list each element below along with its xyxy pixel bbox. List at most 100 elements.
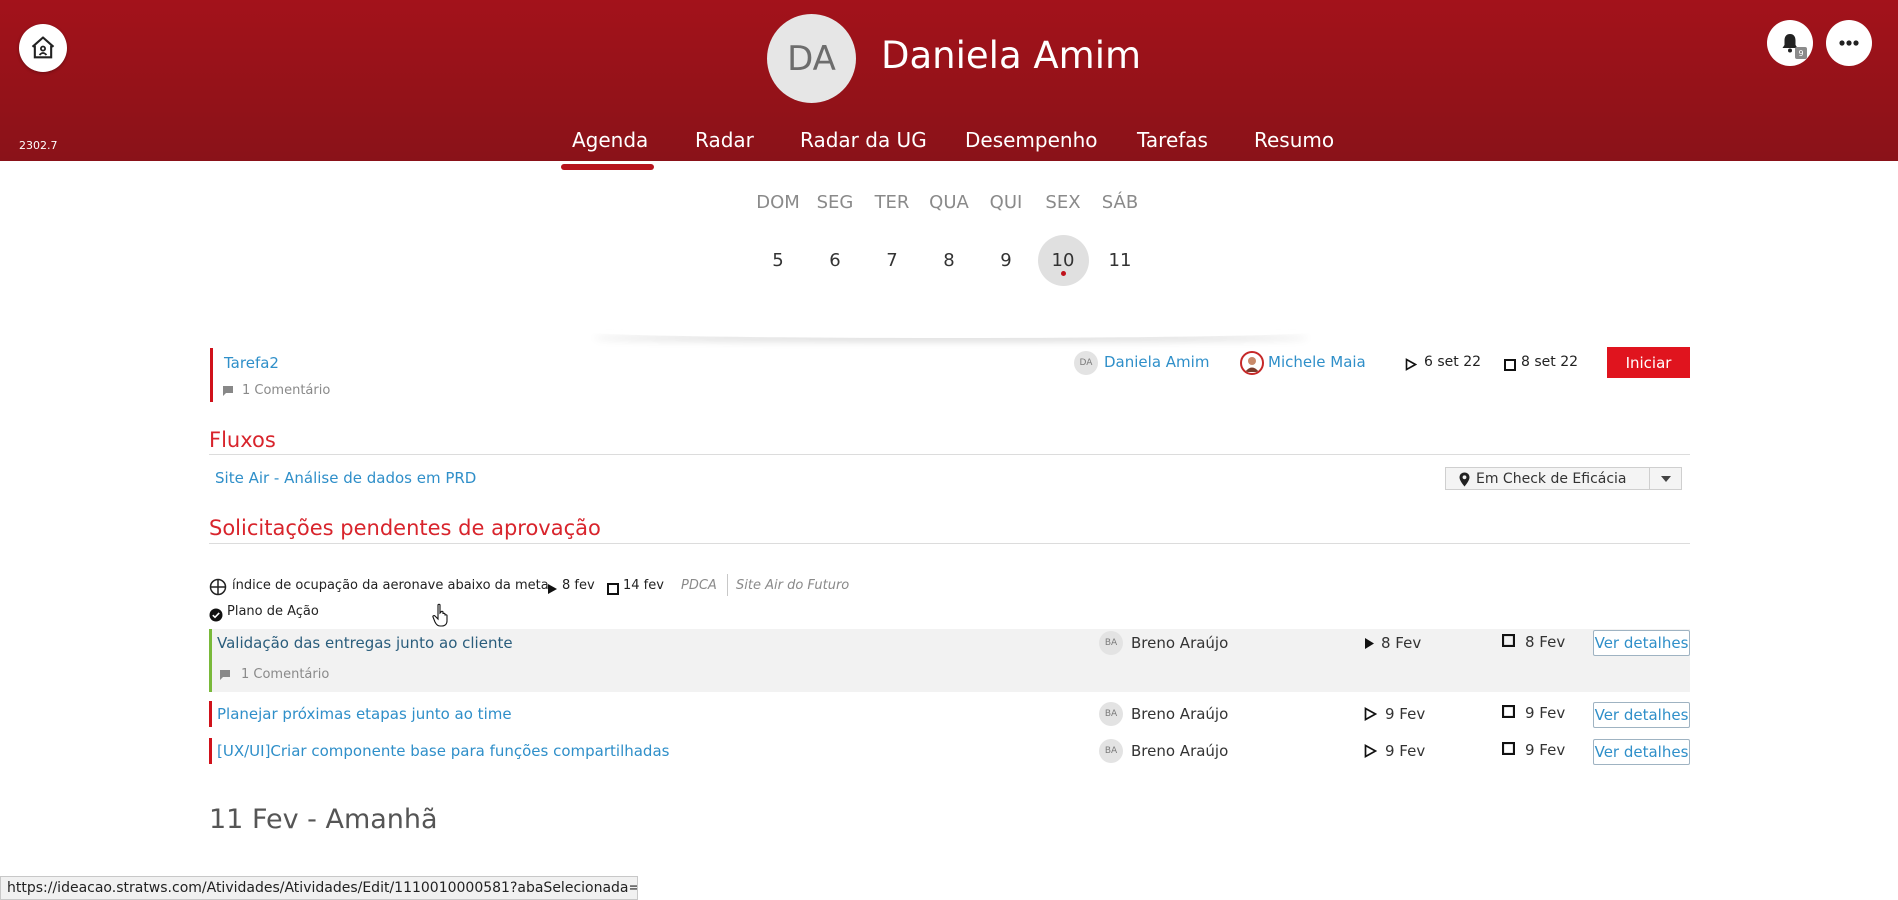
- task-end-date: 8 set 22: [1521, 354, 1579, 370]
- notification-badge: 9: [1795, 47, 1807, 59]
- comment-icon: [223, 386, 233, 396]
- dropdown-toggle[interactable]: [1649, 468, 1681, 489]
- play-start-icon: [1364, 707, 1377, 721]
- tab-desempenho[interactable]: Desempenho: [965, 128, 1098, 152]
- flow-status-value: Em Check de Eficácia: [1476, 470, 1627, 487]
- divider: [209, 454, 1690, 455]
- action-title-link[interactable]: Planejar próximas etapas junto ao time: [217, 705, 512, 723]
- main-tabs: Agenda Radar Radar da UG Desempenho Tare…: [0, 128, 1898, 161]
- weekday-label: TER: [874, 192, 910, 213]
- play-start-icon: [1364, 744, 1377, 758]
- day-number[interactable]: 11: [1090, 250, 1150, 271]
- flow-item-link[interactable]: Site Air - Análise de dados em PRD: [215, 469, 476, 487]
- action-owner: Breno Araújo: [1131, 705, 1229, 723]
- action-start-date: 9 Fev: [1385, 705, 1426, 723]
- day-number[interactable]: 9: [976, 250, 1036, 271]
- weekday-label: QUA: [929, 192, 969, 213]
- action-end-date: 9 Fev: [1525, 741, 1566, 759]
- person-photo-icon: [1245, 357, 1259, 372]
- tab-tarefas[interactable]: Tarefas: [1137, 128, 1208, 152]
- comment-icon: [220, 670, 230, 680]
- day-number[interactable]: 7: [862, 250, 922, 271]
- view-details-button[interactable]: Ver detalhes: [1593, 702, 1690, 728]
- project-label[interactable]: Site Air do Futuro: [736, 578, 849, 593]
- owner-avatar: BA: [1099, 631, 1123, 655]
- square-end-icon: [1502, 634, 1515, 647]
- indicator-start-date: 8 fev: [562, 578, 595, 593]
- day-number-selected[interactable]: 10: [1033, 250, 1093, 271]
- task-owner-link[interactable]: Daniela Amim: [1104, 353, 1209, 371]
- owner-avatar: DA: [1074, 351, 1098, 375]
- action-owner: Breno Araújo: [1131, 634, 1229, 652]
- active-tab-indicator: [561, 164, 654, 170]
- play-start-icon: [1365, 638, 1374, 649]
- weekday-label: DOM: [756, 192, 800, 213]
- weekday-label: SEX: [1045, 192, 1081, 213]
- task-status-bar: [210, 348, 213, 402]
- indicator-end-date: 14 fev: [623, 578, 664, 593]
- check-circle-icon: [209, 608, 223, 622]
- app-header: 2302.7 DA Daniela Amim 9 Agenda Radar Ra…: [0, 0, 1898, 161]
- pending-approvals-heading: Solicitações pendentes de aprovação: [209, 516, 601, 540]
- task-responsible-link[interactable]: Michele Maia: [1268, 353, 1366, 371]
- action-title-link[interactable]: Validação das entregas junto ao cliente: [217, 634, 513, 652]
- weekday-label: SEG: [816, 192, 854, 213]
- notifications-button[interactable]: 9: [1767, 20, 1813, 66]
- action-end-date: 9 Fev: [1525, 704, 1566, 722]
- home-icon: [31, 36, 55, 59]
- flow-status-dropdown[interactable]: Em Check de Eficácia: [1445, 467, 1682, 490]
- action-start-date: 9 Fev: [1385, 742, 1426, 760]
- weekday-label: QUI: [989, 192, 1023, 213]
- task-comments-count[interactable]: 1 Comentário: [242, 383, 330, 398]
- start-task-button[interactable]: Iniciar: [1607, 347, 1690, 378]
- indicator-target-icon: [209, 578, 227, 596]
- divider: [209, 543, 1690, 544]
- day-number[interactable]: 8: [919, 250, 979, 271]
- user-name: Daniela Amim: [881, 34, 1142, 77]
- week-divider-shadow: [590, 326, 1312, 338]
- event-dot: [1061, 271, 1066, 276]
- tab-agenda[interactable]: Agenda: [572, 128, 648, 152]
- indicator-title[interactable]: índice de ocupação da aeronave abaixo da…: [232, 578, 549, 593]
- action-plan-label: Plano de Ação: [227, 604, 319, 619]
- square-end-icon: [1502, 742, 1515, 755]
- task-start-date: 6 set 22: [1424, 354, 1482, 370]
- action-status-bar: [209, 629, 212, 692]
- action-end-date: 8 Fev: [1525, 633, 1566, 651]
- tab-resumo[interactable]: Resumo: [1254, 128, 1334, 152]
- day-number[interactable]: 6: [805, 250, 865, 271]
- more-options-button[interactable]: [1826, 20, 1872, 66]
- ellipsis-icon: [1839, 40, 1859, 46]
- task-title-link[interactable]: Tarefa2: [224, 354, 279, 372]
- action-comments-count[interactable]: 1 Comentário: [241, 667, 329, 682]
- home-button[interactable]: [19, 24, 67, 72]
- tab-radar-ug[interactable]: Radar da UG: [800, 128, 927, 152]
- square-end-icon: [1504, 359, 1516, 371]
- user-avatar[interactable]: DA: [767, 14, 856, 103]
- play-start-icon: [1405, 358, 1417, 371]
- action-status-bar: [209, 701, 212, 727]
- location-pin-icon: [1459, 472, 1470, 487]
- action-title-link[interactable]: [UX/UI]Criar componente base para funçõe…: [217, 742, 669, 760]
- day-number[interactable]: 5: [748, 250, 808, 271]
- action-owner: Breno Araújo: [1131, 742, 1229, 760]
- action-start-date: 8 Fev: [1381, 634, 1422, 652]
- tab-radar[interactable]: Radar: [695, 128, 754, 152]
- view-details-button[interactable]: Ver detalhes: [1593, 630, 1690, 656]
- separator: [727, 574, 728, 596]
- owner-avatar: BA: [1099, 702, 1123, 726]
- weekday-label: SÁB: [1101, 192, 1139, 213]
- responsible-avatar: [1240, 351, 1264, 375]
- fluxos-heading: Fluxos: [209, 428, 276, 452]
- browser-status-url: https://ideacao.stratws.com/Atividades/A…: [0, 876, 638, 900]
- hand-cursor-icon: [432, 603, 448, 627]
- owner-avatar: BA: [1099, 739, 1123, 763]
- method-label: PDCA: [681, 578, 717, 593]
- play-start-icon: [548, 584, 557, 594]
- caret-down-icon: [1660, 475, 1671, 482]
- action-status-bar: [209, 738, 212, 764]
- view-details-button[interactable]: Ver detalhes: [1593, 739, 1690, 765]
- square-end-icon: [607, 583, 619, 595]
- square-end-icon: [1502, 705, 1515, 718]
- tomorrow-heading: 11 Fev - Amanhã: [209, 804, 438, 835]
